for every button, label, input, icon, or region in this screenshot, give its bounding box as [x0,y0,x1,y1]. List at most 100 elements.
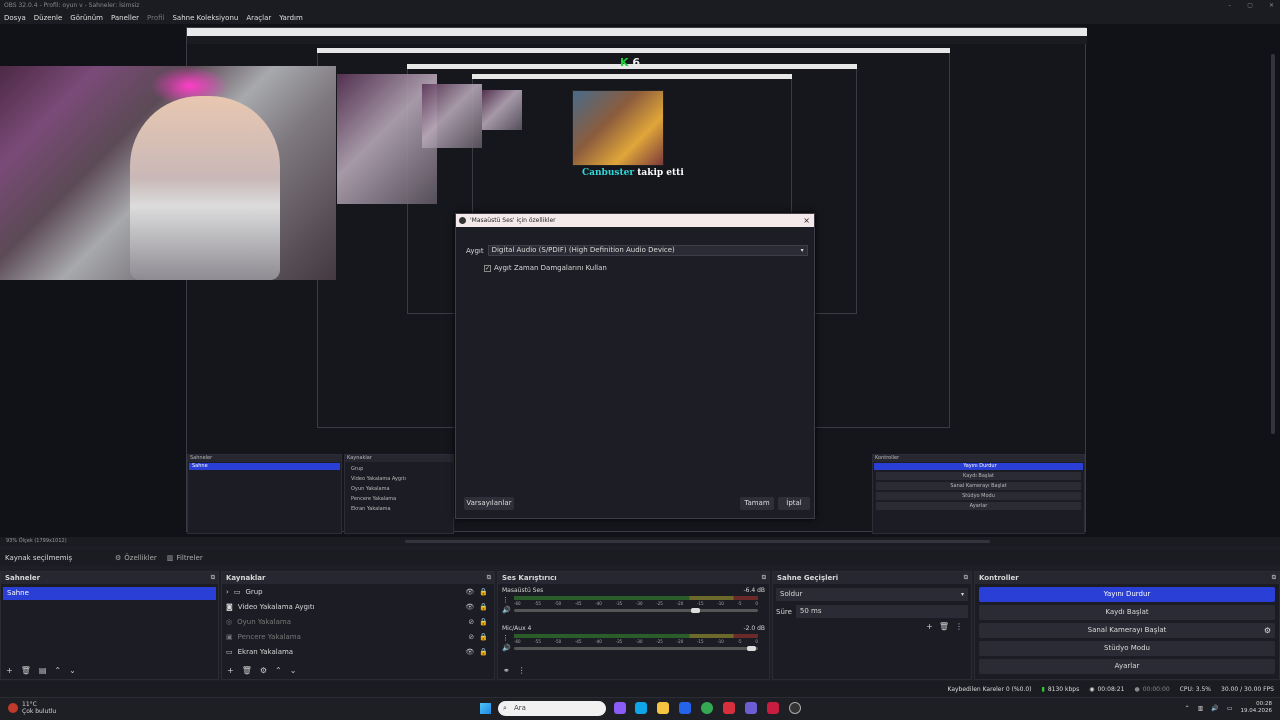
volume-knob[interactable] [746,646,756,651]
menu-yardim[interactable]: Yardım [279,14,303,22]
cancel-button[interactable]: İptal [778,497,810,510]
zoom-text[interactable]: 93% Ölçek (1799x1012) [6,538,67,544]
volume-slider[interactable] [514,608,758,613]
menu-gorunum[interactable]: Görünüm [70,14,103,22]
eye-off-icon[interactable]: ⊘ [468,618,474,626]
app-icon[interactable] [745,702,757,714]
undock-icon[interactable]: ⧉ [211,572,215,584]
source-item[interactable]: ▭ Ekran Yakalama 👁 🔒 [222,644,494,659]
studio-mode-button[interactable]: Stüdyo Modu [979,641,1275,656]
filter-icon[interactable]: ▤ [39,666,47,675]
windows-start-icon[interactable] [480,703,491,714]
menu-duzenle[interactable]: Düzenle [34,14,63,22]
menu-dosya[interactable]: Dosya [4,14,26,22]
gear-icon[interactable]: ⋮ [502,634,509,642]
undock-icon[interactable]: ⧉ [1272,572,1276,584]
source-item[interactable]: › ▭ Grup 👁 🔒 [222,584,494,599]
source-label: Ekran Yakalama [237,647,294,656]
app-icon[interactable] [767,702,779,714]
preview-scrollbar[interactable] [1271,54,1275,434]
undock-icon[interactable]: ⧉ [487,572,491,584]
device-select[interactable]: Digital Audio (S/PDIF) (High Definition … [487,245,808,256]
store-icon[interactable] [679,702,691,714]
filters-button[interactable]: ▥ Filtreler [167,554,203,562]
eye-icon[interactable]: 👁 [465,603,474,611]
eye-icon[interactable]: 👁 [465,588,474,596]
undock-icon[interactable]: ⧉ [964,572,968,584]
defaults-button[interactable]: Varsayılanlar [464,497,514,510]
eye-off-icon[interactable]: ⊘ [468,633,474,641]
source-item[interactable]: ◎ Oyun Yakalama ⊘ 🔒 [222,614,494,629]
link-icon[interactable]: ⚭ [503,666,510,675]
speaker-icon[interactable]: 🔊 [502,606,511,614]
lock-icon[interactable]: 🔒 [479,603,488,611]
menu-profil[interactable]: Profil [147,14,164,22]
chevron-up-icon[interactable]: ⌃ [54,666,61,675]
source-item[interactable]: ▣ Pencere Yakalama ⊘ 🔒 [222,629,494,644]
trash-icon[interactable]: 🗑 [939,622,949,631]
sources-dock: Kaynaklar ⧉ › ▭ Grup 👁 🔒 ◙ Video Yakalama… [221,571,495,680]
network-icon[interactable]: ▥ [1198,705,1204,712]
obs-icon[interactable] [789,702,801,714]
maximize-icon[interactable]: ▢ [1247,0,1253,11]
menu-sahne-koleksiyonu[interactable]: Sahne Koleksiyonu [172,14,238,22]
chevron-right-icon[interactable]: › [226,588,229,596]
duration-input[interactable]: 50 ms [795,605,968,618]
add-icon[interactable]: + [227,666,234,675]
lock-icon[interactable]: 🔒 [479,648,488,656]
menu-araclar[interactable]: Araçlar [246,14,271,22]
chevron-up-icon[interactable]: ⌃ [275,666,282,675]
volume-slider[interactable] [514,646,758,651]
transition-select[interactable]: Soldur ▾ [776,588,968,601]
add-icon[interactable]: + [926,622,933,631]
virtual-camera-button[interactable]: Sanal Kamerayı Başlat ⚙ [979,623,1275,638]
settings-button[interactable]: Ayarlar [979,659,1275,674]
clock-time: 00:28 [1256,701,1272,707]
trash-icon[interactable]: 🗑 [21,666,31,675]
level-meter [514,634,758,638]
gear-icon[interactable]: ⚙ [260,666,267,675]
preview-canvas[interactable]: Sahneler Sahne Kaynaklar Grup Video Yakal… [0,24,1280,537]
horizontal-scrollbar[interactable] [405,540,990,543]
timestamps-checkbox[interactable]: ✓ [484,264,491,272]
scene-item[interactable]: Sahne [3,587,216,600]
lock-icon[interactable]: 🔒 [479,618,488,626]
menu-paneller[interactable]: Paneller [111,14,139,22]
chevron-down-icon[interactable]: ⌄ [290,666,297,675]
edge-icon[interactable] [635,702,647,714]
gear-icon[interactable]: ⋮ [502,596,509,604]
device-row: Aygıt Digital Audio (S/PDIF) (High Defin… [466,245,808,256]
app-icon[interactable] [723,702,735,714]
copilot-icon[interactable] [614,702,626,714]
close-icon[interactable]: ✕ [1269,0,1274,11]
taskbar-search[interactable]: ⌕ Ara [498,701,606,716]
minimize-icon[interactable]: – [1228,0,1231,11]
chevron-up-icon[interactable]: ⌃ [1185,705,1190,712]
start-recording-button[interactable]: Kaydı Başlat [979,605,1275,620]
add-icon[interactable]: + [6,666,13,675]
file-explorer-icon[interactable] [657,702,669,714]
chrome-icon[interactable] [701,702,713,714]
properties-button[interactable]: ⚙ Özellikler [115,554,157,562]
chevron-down-icon[interactable]: ⌄ [69,666,76,675]
eye-icon[interactable]: 👁 [465,648,474,656]
menu-icon[interactable]: ⋮ [955,622,963,631]
ok-button[interactable]: Tamam [740,497,774,510]
menu-icon[interactable]: ⋮ [518,666,526,675]
close-icon[interactable]: × [803,214,810,227]
nested-sources-panel: Kaynaklar Grup Video Yakalama Aygıtı Oyun … [344,454,454,534]
speaker-icon[interactable]: 🔊 [1211,705,1218,712]
lock-icon[interactable]: 🔒 [479,588,488,596]
clock[interactable]: 00:28 19.04.2026 [1241,701,1273,715]
gear-icon[interactable]: ⚙ [1264,623,1271,638]
speaker-icon[interactable]: 🔊 [502,644,511,652]
trash-icon[interactable]: 🗑 [242,666,252,675]
volume-knob[interactable] [690,608,700,613]
weather-widget[interactable]: 11°C Çok bulutlu [8,701,56,715]
battery-icon[interactable]: ▭ [1227,705,1233,712]
undock-icon[interactable]: ⧉ [762,572,766,584]
lock-icon[interactable]: 🔒 [479,633,488,641]
stop-streaming-button[interactable]: Yayını Durdur [979,587,1275,602]
source-item[interactable]: ◙ Video Yakalama Aygıtı 👁 🔒 [222,599,494,614]
timestamps-option[interactable]: ✓ Aygıt Zaman Damgalarını Kullan [484,264,607,272]
